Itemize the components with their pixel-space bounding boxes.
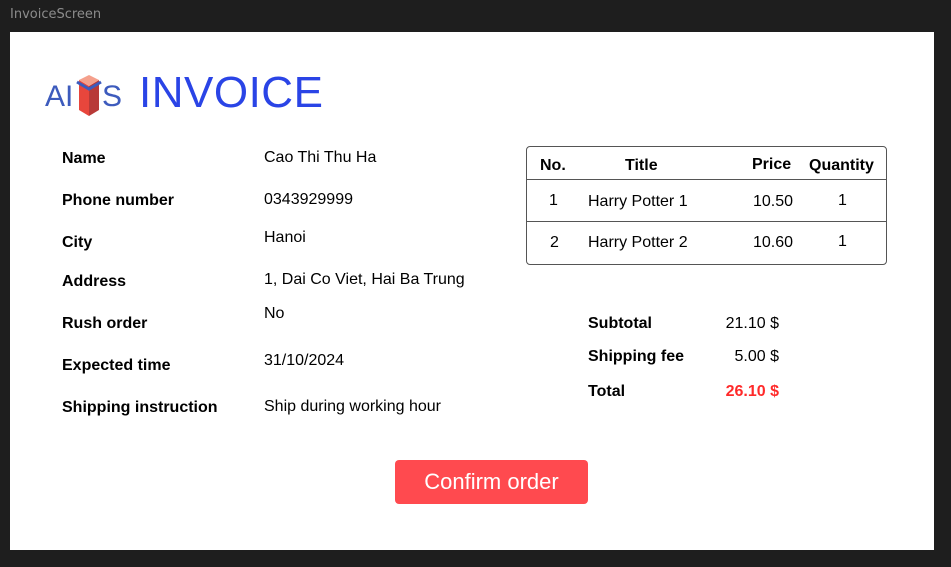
phone-value: 0343929999	[264, 191, 353, 208]
page-title: INVOICE	[139, 68, 324, 117]
row-1-no: 1	[549, 192, 558, 209]
window-title: InvoiceScreen	[10, 7, 102, 22]
row-1-price: 10.50	[753, 193, 794, 210]
confirm-order-button[interactable]: Confirm order	[395, 460, 588, 504]
row-2-title: Harry Potter 2	[588, 234, 688, 251]
phone-label: Phone number	[62, 192, 175, 209]
subtotal-value: 21.10 $	[725, 315, 779, 332]
invoice-screen: AI S INVOICE Name Cao Thi Thu Ha Phone n…	[10, 32, 934, 550]
name-label: Name	[62, 150, 106, 167]
subtotal-label: Subtotal	[588, 315, 652, 332]
col-header-price: Price	[752, 156, 792, 173]
table-divider	[527, 179, 886, 180]
total-label: Total	[588, 383, 626, 400]
shipping-instruction-value: Ship during working hour	[264, 398, 441, 415]
rush-order-value: No	[264, 305, 285, 322]
col-header-quantity: Quantity	[809, 157, 874, 174]
expected-time-value: 31/10/2024	[264, 352, 345, 369]
col-header-title: Title	[625, 157, 658, 174]
name-value: Cao Thi Thu Ha	[264, 149, 377, 166]
row-2-price: 10.60	[753, 234, 794, 251]
expected-time-label: Expected time	[62, 357, 171, 374]
row-1-title: Harry Potter 1	[588, 193, 688, 210]
city-value: Hanoi	[264, 229, 306, 246]
shipping-instruction-label: Shipping instruction	[62, 399, 218, 416]
total-value: 26.10 $	[725, 383, 779, 400]
row-2-quantity: 1	[838, 233, 847, 250]
aims-logo: AI S	[45, 75, 122, 116]
address-label: Address	[62, 273, 127, 290]
shipping-fee-value: 5.00 $	[734, 348, 779, 365]
shipping-fee-label: Shipping fee	[588, 348, 684, 365]
col-header-no: No.	[540, 157, 566, 174]
address-value: 1, Dai Co Viet, Hai Ba Trung	[264, 271, 465, 288]
city-label: City	[62, 234, 93, 251]
items-table: No. Title Price Quantity 1 Harry Potter …	[526, 146, 887, 265]
svg-text:AI: AI	[45, 80, 73, 113]
rush-order-label: Rush order	[62, 315, 148, 332]
table-divider	[527, 221, 886, 222]
row-1-quantity: 1	[838, 192, 847, 209]
svg-text:S: S	[102, 80, 122, 113]
row-2-no: 2	[550, 234, 559, 251]
